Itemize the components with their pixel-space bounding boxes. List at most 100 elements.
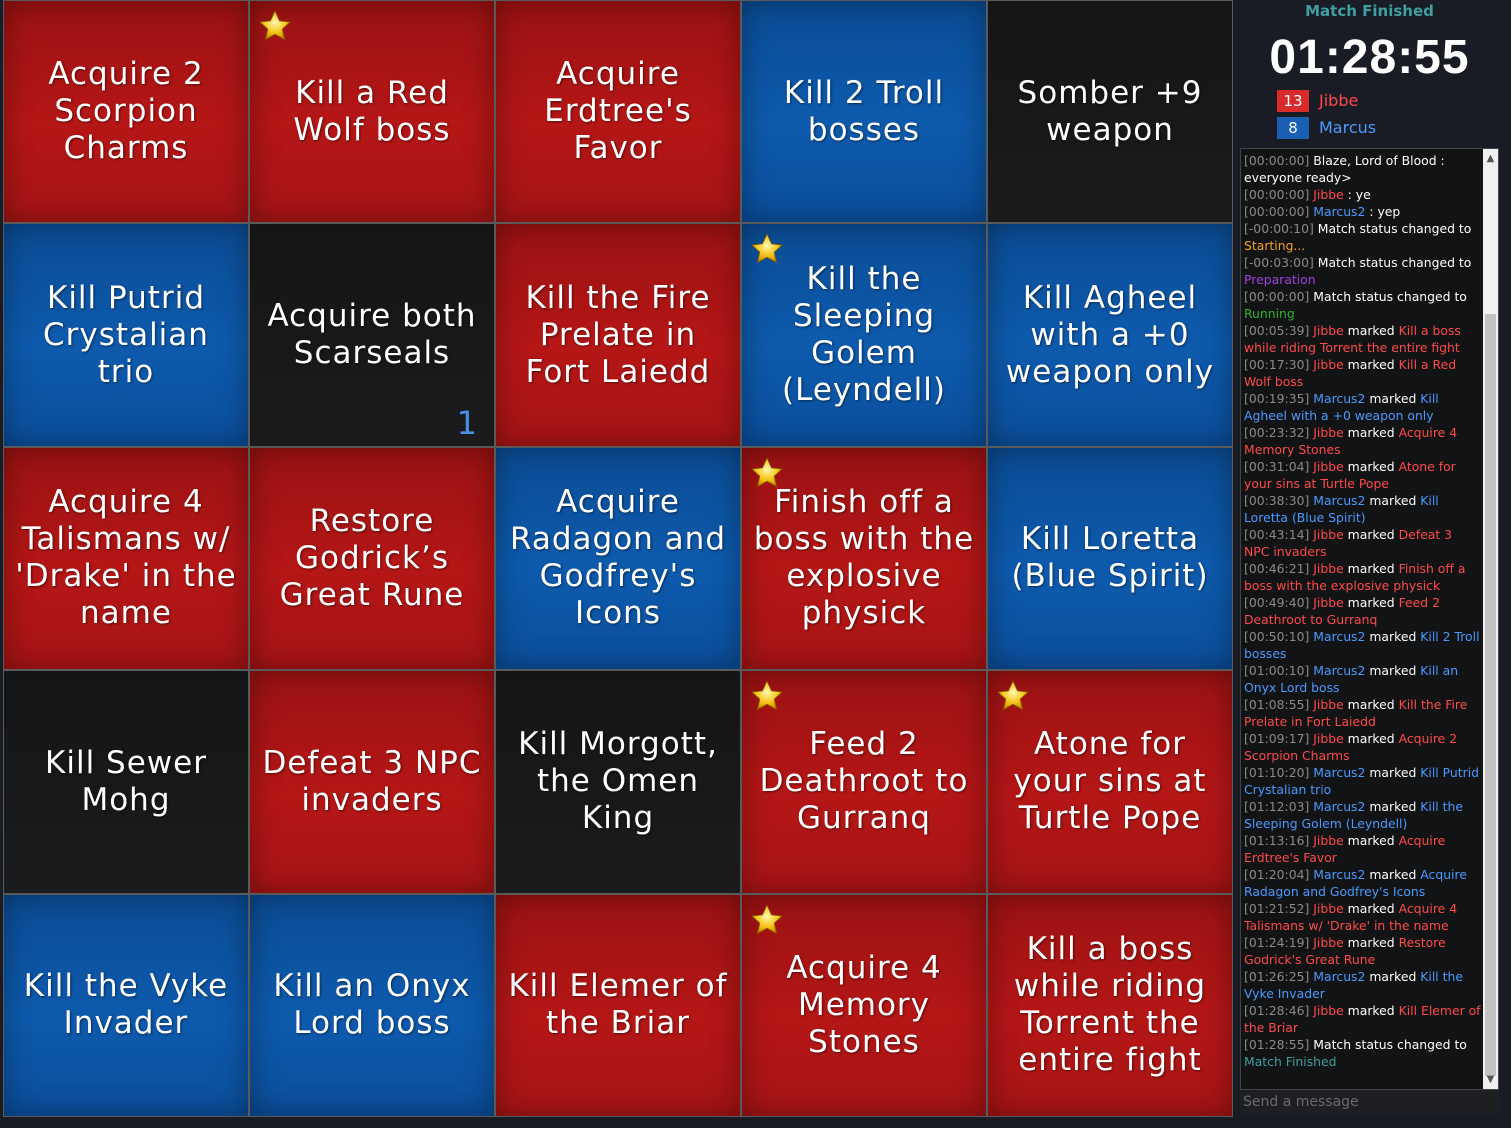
cell-goal-text: Kill Loretta (Blue Spirit) <box>1011 521 1209 595</box>
chat-message: [01:00:10] Marcus2 marked Kill an Onyx L… <box>1244 662 1481 696</box>
board-cell[interactable]: Acquire 4 Talismans w/ 'Drake' in the na… <box>4 447 248 670</box>
board-cell[interactable]: Kill Morgott, the Omen King <box>496 671 740 893</box>
chat-message-part: marked <box>1343 459 1399 474</box>
scroll-down-arrow-icon[interactable]: ▼ <box>1483 1072 1498 1087</box>
board-cell[interactable]: Acquire 4 Memory Stones <box>742 894 986 1116</box>
cell-counter: 1 <box>456 403 478 442</box>
board-cell[interactable]: Acquire Erdtree's Favor <box>496 1 740 223</box>
board-cell[interactable]: Kill the Fire Prelate in Fort Laiedd <box>496 224 740 446</box>
board-cell[interactable]: Acquire both Scarseals 1 <box>250 224 494 446</box>
chat-message-part: marked <box>1343 527 1399 542</box>
chat-timestamp: [00:05:39] <box>1244 323 1310 338</box>
board-cell[interactable]: Kill Loretta (Blue Spirit) <box>988 447 1232 670</box>
chat-message: [01:26:25] Marcus2 marked Kill the Vyke … <box>1244 968 1481 1002</box>
chat-message-part: marked <box>1343 1003 1399 1018</box>
chat-timestamp: [01:28:55] <box>1244 1037 1310 1052</box>
chat-message-part: Marcus2 <box>1313 663 1366 678</box>
chat-message: [00:23:32] Jibbe marked Acquire 4 Memory… <box>1244 424 1481 458</box>
board-cell[interactable]: Kill Sewer Mohg <box>4 671 248 893</box>
chat-message: [00:17:30] Jibbe marked Kill a Red Wolf … <box>1244 356 1481 390</box>
chat-timestamp: [01:12:03] <box>1244 799 1310 814</box>
chat-message: [00:38:30] Marcus2 marked Kill Loretta (… <box>1244 492 1481 526</box>
board-cell[interactable]: Acquire Radagon and Godfrey's Icons <box>496 447 740 670</box>
chat-message-part: Preparation <box>1244 272 1316 287</box>
chat-message-part: marked <box>1365 765 1421 780</box>
chat-message-part: Jibbe <box>1313 561 1344 576</box>
chat-message-part: Jibbe <box>1313 697 1344 712</box>
chat-message-input[interactable] <box>1240 1090 1499 1114</box>
chat-timestamp: [00:00:00] <box>1244 204 1310 219</box>
board-cell[interactable]: Acquire 2 Scorpion Charms <box>4 1 248 223</box>
player-scores: 13 Jibbe 8 Marcus <box>1240 87 1499 141</box>
board-cell[interactable]: Kill the Sleeping Golem (Leyndell) <box>742 224 986 446</box>
chat-message-part: Jibbe <box>1313 595 1344 610</box>
chat-message-part: marked <box>1343 323 1399 338</box>
cell-goal-text: Acquire 4 Talismans w/ 'Drake' in the na… <box>15 484 237 632</box>
cell-goal-text: Acquire Radagon and Godfrey's Icons <box>510 484 726 632</box>
cell-goal-text: Finish off a boss with the explosive phy… <box>753 484 975 632</box>
player-score-badge: 13 <box>1277 89 1309 112</box>
board-cell[interactable]: Kill a boss while riding Torrent the ent… <box>988 894 1232 1116</box>
chat-message-part: Match status changed to <box>1313 289 1467 304</box>
chat-timestamp: [01:09:17] <box>1244 731 1310 746</box>
chat-timestamp: [00:50:10] <box>1244 629 1310 644</box>
scrollbar-thumb[interactable] <box>1485 314 1496 1076</box>
board-cell[interactable]: Kill an Onyx Lord boss <box>250 894 494 1116</box>
chat-message-part: Jibbe <box>1313 323 1344 338</box>
chat-timestamp: [00:17:30] <box>1244 357 1310 372</box>
chat-message-part: Jibbe <box>1313 187 1344 202</box>
chat-message-part: Match status changed to <box>1317 255 1472 270</box>
chat-message-part: Marcus2 <box>1313 765 1366 780</box>
board-cell[interactable]: Finish off a boss with the explosive phy… <box>742 447 986 670</box>
chat-timestamp: [00:19:35] <box>1244 391 1310 406</box>
star-icon <box>750 456 784 488</box>
player-score-badge: 8 <box>1277 116 1309 139</box>
chat-message-part: Running <box>1244 306 1295 321</box>
chat-timestamp: [01:13:16] <box>1244 833 1310 848</box>
chat-message: [01:21:52] Jibbe marked Acquire 4 Talism… <box>1244 900 1481 934</box>
chat-message-part: marked <box>1343 425 1399 440</box>
chat-timestamp: [01:00:10] <box>1244 663 1310 678</box>
board-cell[interactable]: Defeat 3 NPC invaders <box>250 671 494 893</box>
chat-timestamp: [00:00:00] <box>1244 153 1310 168</box>
board-cell[interactable]: Kill Elemer of the Briar <box>496 894 740 1116</box>
chat-message-part: Jibbe <box>1313 1003 1344 1018</box>
cell-goal-text: Kill Putrid Crystalian trio <box>43 279 209 390</box>
cell-goal-text: Kill the Vyke Invader <box>23 968 229 1042</box>
board-cell[interactable]: Kill the Vyke Invader <box>4 894 248 1116</box>
board-cell[interactable]: Kill Putrid Crystalian trio <box>4 224 248 446</box>
chat-message: [01:24:19] Jibbe marked Restore Godrick'… <box>1244 934 1481 968</box>
star-icon <box>750 903 784 934</box>
chat-message: [00:31:04] Jibbe marked Atone for your s… <box>1244 458 1481 492</box>
scroll-up-arrow-icon[interactable]: ▲ <box>1483 151 1498 166</box>
cell-goal-text: Feed 2 Deathroot to Gurranq <box>759 726 969 837</box>
chat-message-part: Jibbe <box>1313 731 1344 746</box>
chat-message-part: Match status changed to <box>1313 1037 1467 1052</box>
chat-message: [00:19:35] Marcus2 marked Kill Agheel wi… <box>1244 390 1481 424</box>
board-cell[interactable]: Restore Godrick’s Great Rune <box>250 447 494 670</box>
board-cell[interactable]: Kill 2 Troll bosses <box>742 1 986 223</box>
board-cell[interactable]: Kill Agheel with a +0 weapon only <box>988 224 1232 446</box>
board-cell[interactable]: Feed 2 Deathroot to Gurranq <box>742 671 986 893</box>
chat-message-part: Jibbe <box>1313 527 1344 542</box>
chat-message: [00:00:00] Marcus2 : yep <box>1244 203 1481 220</box>
chat-message-part: marked <box>1343 833 1399 848</box>
star-icon <box>750 680 784 711</box>
chat-timestamp: [00:43:14] <box>1244 527 1310 542</box>
board-cell[interactable]: Somber +9 weapon <box>988 1 1232 223</box>
chat-scrollbar[interactable]: ▲ ▼ <box>1483 149 1498 1089</box>
chat-message-part: marked <box>1365 629 1421 644</box>
chat-timestamp: [01:28:46] <box>1244 1003 1310 1018</box>
board-cell[interactable]: Atone for your sins at Turtle Pope <box>988 671 1232 893</box>
board-cell[interactable]: Kill a Red Wolf boss <box>250 1 494 223</box>
chat-timestamp: [01:20:04] <box>1244 867 1310 882</box>
chat-message-part: marked <box>1365 799 1421 814</box>
chat-timestamp: [00:00:00] <box>1244 187 1310 202</box>
chat-message: [00:00:00] Match status changed to Runni… <box>1244 288 1481 322</box>
chat-message-part: Starting... <box>1244 238 1306 253</box>
chat-timestamp: [00:31:04] <box>1244 459 1310 474</box>
chat-timestamp: [00:49:40] <box>1244 595 1310 610</box>
chat-timestamp: [00:38:30] <box>1244 493 1310 508</box>
chat-message-part: marked <box>1365 391 1421 406</box>
chat-timestamp: [00:23:32] <box>1244 425 1310 440</box>
